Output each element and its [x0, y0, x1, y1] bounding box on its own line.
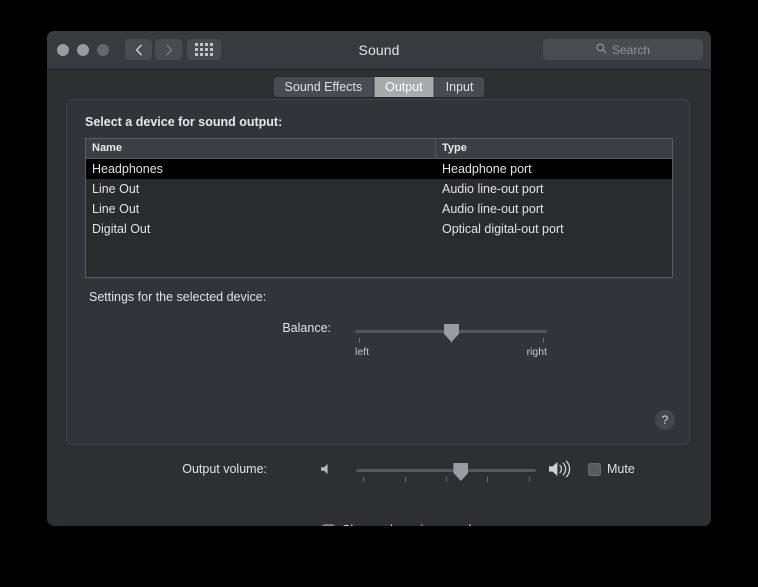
device-type: Audio line-out port [442, 202, 544, 216]
device-table[interactable]: Name Type Headphones Headphone port Line… [85, 138, 673, 278]
device-name: Line Out [92, 202, 140, 216]
table-header-row: Name Type [86, 139, 672, 159]
output-volume-slider[interactable] [356, 463, 536, 489]
balance-label: Balance: [282, 321, 331, 335]
column-header-name[interactable]: Name [86, 139, 436, 158]
search-icon [596, 41, 607, 59]
title-bar: Sound Search [47, 31, 711, 70]
device-type: Headphone port [442, 162, 532, 176]
show-volume-in-menu-bar-group[interactable]: Show volume in menu bar [322, 523, 487, 526]
settings-for-device-label: Settings for the selected device: [89, 290, 267, 304]
speaker-low-icon [319, 462, 333, 481]
tab-input[interactable]: Input [434, 77, 485, 97]
mute-label: Mute [607, 462, 635, 476]
device-name: Headphones [92, 162, 163, 176]
select-device-label: Select a device for sound output: [85, 115, 283, 129]
tab-group: Sound Effects Output Input [273, 77, 485, 97]
output-volume-ticks [356, 477, 536, 482]
output-volume-label: Output volume: [182, 462, 267, 476]
balance-slider[interactable]: left right [355, 324, 547, 362]
help-button[interactable]: ? [655, 410, 675, 430]
device-type: Optical digital-out port [442, 222, 564, 236]
tab-bar: Sound Effects Output Input [47, 70, 711, 100]
balance-right-label: right [526, 346, 547, 358]
sound-preferences-window: Sound Search Sound Effects Output Input … [47, 31, 711, 526]
device-name: Digital Out [92, 222, 151, 236]
mute-checkbox[interactable] [588, 462, 601, 476]
output-settings-panel: Select a device for sound output: Name T… [66, 99, 690, 445]
column-header-type[interactable]: Type [436, 139, 672, 158]
table-row[interactable]: Headphones Headphone port [86, 159, 672, 179]
device-type: Audio line-out port [442, 182, 544, 196]
show-volume-checkbox[interactable] [322, 523, 335, 526]
output-volume-row: Output volume: Mute [47, 456, 711, 486]
show-volume-label: Show volume in menu bar [342, 523, 487, 526]
search-placeholder: Search [611, 42, 651, 57]
balance-left-label: left [355, 346, 370, 358]
search-field[interactable]: Search [543, 39, 703, 60]
mute-checkbox-group[interactable]: Mute [588, 462, 635, 476]
speaker-high-icon [547, 459, 573, 484]
output-volume-track[interactable] [356, 469, 536, 472]
tab-output[interactable]: Output [374, 77, 435, 97]
tab-sound-effects[interactable]: Sound Effects [273, 77, 375, 97]
balance-control-row: Balance: left right [67, 318, 689, 368]
device-name: Line Out [92, 182, 140, 196]
table-row[interactable]: Line Out Audio line-out port [86, 199, 672, 219]
table-row[interactable]: Digital Out Optical digital-out port [86, 219, 672, 239]
checkmark-icon [324, 525, 334, 526]
table-row[interactable]: Line Out Audio line-out port [86, 179, 672, 199]
